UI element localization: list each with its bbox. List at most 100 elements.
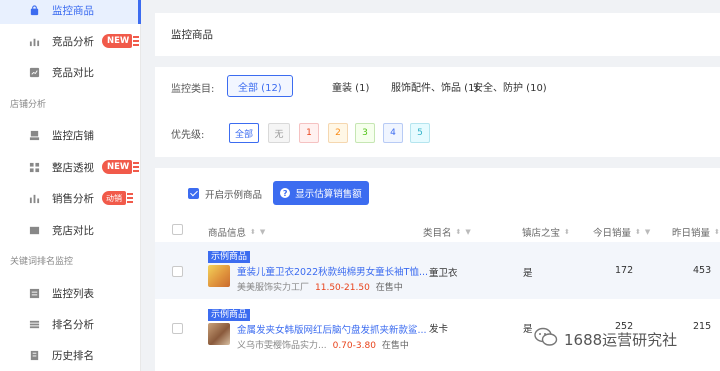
sidebar-item-competitor-compare[interactable]: 竞品对比 xyxy=(0,58,141,86)
watermark-text: 1688运营研究社 xyxy=(564,330,678,349)
show-sample-checkbox[interactable] xyxy=(188,188,199,199)
header-category[interactable]: 类目名 ⬍ ▼ xyxy=(423,225,471,239)
product-shop-info: 义乌市雯樱饰品实力... 0.70-3.80 在售中 xyxy=(237,338,409,351)
rank-icon xyxy=(28,318,40,330)
filter-icon[interactable]: ▼ xyxy=(645,228,650,236)
sidebar-item-rank-analysis[interactable]: 排名分析 xyxy=(0,310,141,338)
sidebar-item-label: 整店透视 xyxy=(52,161,94,174)
sidebar-item-monitor-shops[interactable]: 监控店铺 xyxy=(0,121,141,149)
product-name-link[interactable]: 童装儿童卫衣2022秋款纯棉男女童长袖T恤... xyxy=(237,264,428,278)
sidebar-item-label: 竞店对比 xyxy=(52,224,94,237)
list-icon xyxy=(28,287,40,299)
header-product-info[interactable]: 商品信息 ⬍ ▼ xyxy=(208,225,265,239)
header-label: 商品信息 xyxy=(208,228,247,239)
dynamic-sales-badge: 动销 xyxy=(102,191,133,205)
select-all-checkbox[interactable] xyxy=(172,224,183,235)
shop-name[interactable]: 美美服饰实力工厂 xyxy=(237,283,309,293)
priority-5[interactable]: 5 xyxy=(410,123,430,143)
filter-panel: 监控类目: 全部 (12) 童装 (1) 服饰配件、饰品 (1) 安全、防护 (… xyxy=(155,67,720,157)
sales-chart-icon xyxy=(28,192,40,204)
header-label: 今日销量 xyxy=(593,228,632,239)
header-label: 昨日销量 xyxy=(672,228,711,239)
price-range: 11.50-21.50 xyxy=(315,283,370,293)
sidebar-item-label: 监控列表 xyxy=(52,287,94,300)
priority-filter-label: 优先级: xyxy=(171,130,205,141)
sidebar-item-label: 排名分析 xyxy=(52,318,94,331)
filter-icon[interactable]: ▼ xyxy=(465,228,470,236)
compare-icon xyxy=(28,66,40,78)
question-icon: ? xyxy=(280,188,291,198)
product-thumbnail[interactable] xyxy=(208,323,230,345)
treasure-cell: 是 xyxy=(523,324,533,335)
sort-icon[interactable]: ⬍ xyxy=(635,228,641,236)
sort-icon[interactable]: ⬍ xyxy=(456,228,462,236)
sample-product-tag: 示例商品 xyxy=(208,251,251,263)
category-safety[interactable]: 安全、防护 (10) xyxy=(473,75,547,97)
show-estimated-sales-button[interactable]: ? 显示估算销售额 xyxy=(273,181,369,205)
sort-icon[interactable]: ⬍ xyxy=(250,228,256,236)
sidebar-item-label: 竞品分析 xyxy=(52,35,94,48)
sort-icon[interactable]: ⬍ xyxy=(714,228,720,236)
sale-status: 在售中 xyxy=(381,341,409,351)
shop-name[interactable]: 义乌市雯樱饰品实力... xyxy=(237,341,327,351)
category-accessories[interactable]: 服饰配件、饰品 (1) xyxy=(391,75,478,97)
show-sample-label: 开启示例商品 xyxy=(205,190,263,201)
sidebar-item-label: 销售分析 xyxy=(52,192,94,205)
grid-icon xyxy=(28,161,40,173)
history-icon xyxy=(28,349,40,361)
priority-none[interactable]: 无 xyxy=(268,123,290,143)
new-badge: NEW xyxy=(102,34,140,48)
sidebar-group-keyword-ranking: 关键词排名监控 xyxy=(10,257,74,267)
sidebar: 监控商品 竞品分析 NEW 竞品对比 店铺分析 监控店铺 整店透视 NEW 销售… xyxy=(0,0,141,371)
wechat-icon xyxy=(534,327,558,351)
new-badge: NEW xyxy=(102,160,140,174)
sidebar-item-shop-perspective[interactable]: 整店透视 NEW xyxy=(0,153,141,181)
sort-icon[interactable]: ⬍ xyxy=(564,228,570,236)
bar-chart-icon xyxy=(28,35,40,47)
header-treasure[interactable]: 镇店之宝 ⬍ xyxy=(522,225,570,239)
row-checkbox[interactable] xyxy=(172,266,183,277)
shop-icon xyxy=(28,129,40,141)
today-sales-cell: 172 xyxy=(615,265,634,276)
sidebar-item-history-rank[interactable]: 历史排名 xyxy=(0,341,141,369)
category-cell: 童卫衣 xyxy=(429,268,458,279)
sample-product-tag: 示例商品 xyxy=(208,309,251,321)
header-today-sales[interactable]: 今日销量 ⬍ ▼ xyxy=(593,225,650,239)
sidebar-item-label: 监控店铺 xyxy=(52,129,94,142)
header-label: 类目名 xyxy=(423,228,452,239)
product-name-link[interactable]: 金属发夹女韩版网红后脑勺盘发抓夹新款鲨... xyxy=(237,322,427,336)
category-all[interactable]: 全部 (12) xyxy=(227,75,293,97)
table-row[interactable]: 示例商品 童装儿童卫衣2022秋款纯棉男女童长袖T恤... 美美服饰实力工厂 11… xyxy=(155,242,720,299)
sidebar-item-label: 监控商品 xyxy=(52,4,94,17)
category-kids-wear[interactable]: 童装 (1) xyxy=(332,75,369,97)
priority-3[interactable]: 3 xyxy=(355,123,375,143)
sidebar-item-monitor-list[interactable]: 监控列表 xyxy=(0,279,141,307)
show-estimated-sales-label: 显示估算销售额 xyxy=(295,189,362,200)
header-label: 镇店之宝 xyxy=(522,228,561,239)
sidebar-item-label: 竞品对比 xyxy=(52,66,94,79)
header-yesterday-sales[interactable]: 昨日销量 ⬍ xyxy=(672,225,720,239)
priority-1[interactable]: 1 xyxy=(299,123,319,143)
priority-2[interactable]: 2 xyxy=(328,123,348,143)
yesterday-sales-cell: 215 xyxy=(693,321,712,332)
sidebar-item-shop-compare[interactable]: 竞店对比 xyxy=(0,216,141,244)
price-range: 0.70-3.80 xyxy=(332,341,376,351)
sidebar-item-monitor-products[interactable]: 监控商品 xyxy=(0,0,141,24)
treasure-cell: 是 xyxy=(523,268,533,279)
yesterday-sales-cell: 453 xyxy=(693,265,712,276)
product-thumbnail[interactable] xyxy=(208,265,230,287)
title-panel: 监控商品 xyxy=(155,13,720,56)
sale-status: 在售中 xyxy=(375,283,403,293)
sidebar-group-shop-analysis: 店铺分析 xyxy=(10,100,47,110)
priority-all[interactable]: 全部 xyxy=(229,123,259,143)
bag-icon xyxy=(28,4,40,16)
category-cell: 发卡 xyxy=(429,324,449,335)
priority-4[interactable]: 4 xyxy=(383,123,403,143)
row-checkbox[interactable] xyxy=(172,323,183,334)
sidebar-item-sales-analysis[interactable]: 销售分析 动销 xyxy=(0,184,141,212)
product-shop-info: 美美服饰实力工厂 11.50-21.50 在售中 xyxy=(237,280,403,293)
sidebar-item-competitor-analysis[interactable]: 竞品分析 NEW xyxy=(0,27,141,55)
filter-icon[interactable]: ▼ xyxy=(260,228,265,236)
category-filter-label: 监控类目: xyxy=(171,84,215,95)
page-title: 监控商品 xyxy=(171,29,213,41)
